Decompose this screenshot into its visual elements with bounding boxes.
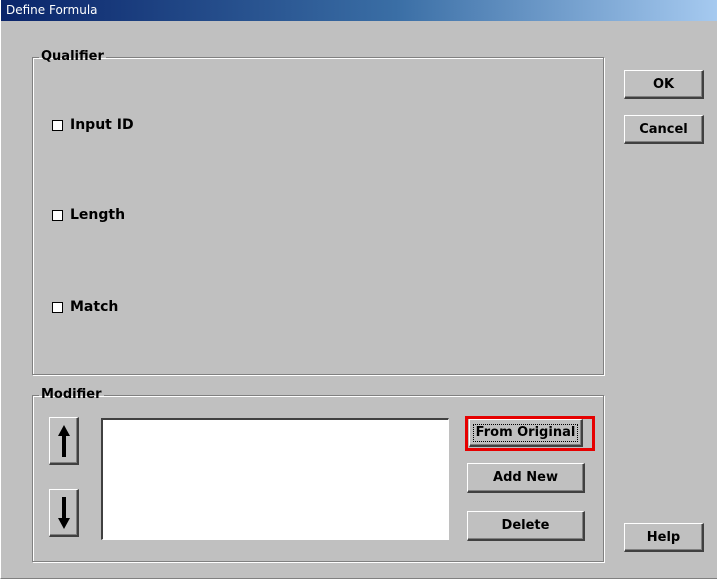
move-down-button[interactable] — [49, 489, 79, 537]
ok-button[interactable]: OK — [624, 70, 704, 99]
length-label: Length — [70, 207, 126, 223]
match-checkbox-row[interactable]: Match — [52, 299, 118, 315]
from-original-label: From Original — [472, 423, 579, 442]
input-id-label: Input ID — [70, 117, 134, 133]
length-checkbox[interactable] — [52, 209, 63, 221]
define-formula-dialog: Define Formula Qualifier Input ID Length… — [0, 0, 717, 579]
modifier-list[interactable] — [101, 418, 449, 540]
add-new-button[interactable]: Add New — [467, 463, 585, 493]
length-checkbox-row[interactable]: Length — [52, 207, 125, 223]
delete-button[interactable]: Delete — [467, 511, 585, 541]
match-checkbox[interactable] — [52, 301, 63, 313]
match-label: Match — [70, 299, 119, 315]
arrow-up-icon — [57, 424, 70, 457]
input-id-checkbox-row[interactable]: Input ID — [52, 117, 134, 133]
qualifier-legend: Qualifier — [41, 49, 104, 64]
input-id-checkbox[interactable] — [52, 119, 63, 131]
from-original-button[interactable]: From Original — [469, 419, 583, 447]
arrow-down-icon — [57, 496, 70, 529]
move-up-button[interactable] — [49, 417, 79, 465]
modifier-legend: Modifier — [41, 387, 102, 402]
help-button[interactable]: Help — [624, 523, 704, 552]
cancel-button[interactable]: Cancel — [624, 115, 704, 144]
title-bar[interactable]: Define Formula — [1, 0, 717, 21]
window-title: Define Formula — [6, 3, 98, 17]
